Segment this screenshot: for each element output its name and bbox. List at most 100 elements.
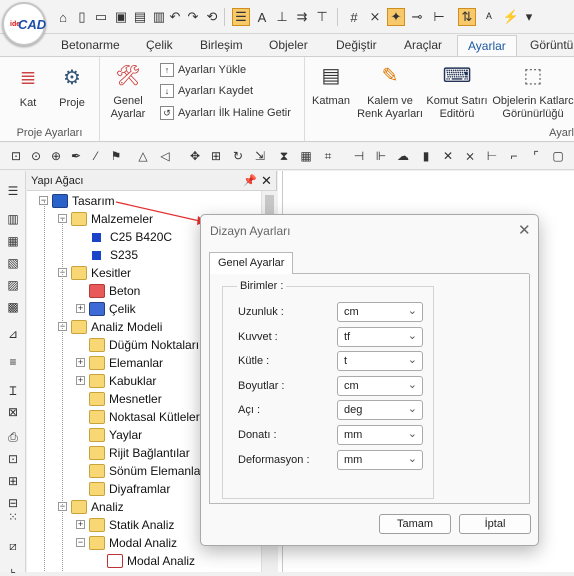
align-icon[interactable]: ⊥ bbox=[273, 8, 291, 26]
expand-icon[interactable]: + bbox=[76, 358, 85, 367]
break-icon[interactable]: ⊢ bbox=[484, 148, 500, 164]
zoom-icon[interactable]: ⊙ bbox=[28, 148, 44, 164]
tree-node[interactable]: − Malzemeler bbox=[58, 210, 153, 228]
extend-icon[interactable]: ⌗ bbox=[320, 148, 336, 164]
objelerin-katlara-button[interactable]: ⬚ Objelerin Katlarc Görünürlüğü bbox=[491, 61, 574, 121]
grid-icon[interactable]: # bbox=[345, 8, 363, 26]
unit-select[interactable]: deg ⌄ bbox=[337, 400, 423, 421]
proje-button[interactable]: ⚙ Proje bbox=[52, 63, 92, 110]
text-style-icon[interactable]: ᴬ bbox=[480, 8, 498, 26]
tree-node[interactable]: − Analiz Modeli bbox=[58, 318, 162, 336]
kalem-renk-button[interactable]: ✎ Kalem ve Renk Ayarları bbox=[357, 61, 423, 121]
dialog-close-icon[interactable]: ✕ bbox=[518, 221, 531, 239]
tab-degistir[interactable]: Değiştir bbox=[336, 38, 377, 52]
cross-icon[interactable]: ✕ bbox=[440, 148, 456, 164]
tree-node[interactable]: + Statik Analiz bbox=[76, 516, 174, 534]
brush-icon[interactable]: ⁄ bbox=[88, 148, 104, 164]
chamfer-icon[interactable]: ⌜ bbox=[528, 148, 544, 164]
pen-icon[interactable]: ✒ bbox=[68, 148, 84, 164]
tree-node[interactable]: + Kabuklar bbox=[76, 372, 156, 390]
steel-section-icon[interactable]: Ɪ bbox=[5, 382, 21, 398]
osnap-icon[interactable]: ✦ bbox=[387, 8, 405, 26]
polyline-icon[interactable]: ⊩ bbox=[373, 148, 389, 164]
mirror-icon[interactable]: ⧗ bbox=[276, 148, 292, 164]
track-icon[interactable]: ⇅ bbox=[458, 8, 476, 26]
katman-button[interactable]: ▤ Katman bbox=[309, 61, 353, 108]
tamam-button[interactable]: Tamam bbox=[379, 514, 451, 534]
unit-select[interactable]: mm ⌄ bbox=[337, 425, 423, 445]
tree-node[interactable]: − Analiz bbox=[58, 498, 124, 516]
tree-node[interactable]: Diyaframlar bbox=[89, 480, 170, 498]
tree-node[interactable]: Düğüm Noktaları bbox=[89, 336, 199, 354]
tab-betonarme[interactable]: Betonarme bbox=[61, 38, 120, 52]
pin-icon[interactable]: 📌 bbox=[243, 174, 257, 187]
tab-ayarlar[interactable]: Ayarlar bbox=[457, 35, 517, 57]
x-icon[interactable]: ⨯ bbox=[462, 148, 478, 164]
tree-node[interactable]: Rijit Bağlantılar bbox=[89, 444, 190, 462]
fillet-icon[interactable]: ⌐ bbox=[506, 148, 522, 164]
unit-select[interactable]: t ⌄ bbox=[337, 351, 423, 372]
zoom-window-icon[interactable]: ⊡ bbox=[8, 148, 24, 164]
new-file-icon[interactable]: ▯ bbox=[73, 8, 91, 26]
ilk-haline-getir-button[interactable]: ↺ Ayarları İlk Haline Getir bbox=[160, 106, 291, 120]
line-icon[interactable]: ⊣ bbox=[351, 148, 367, 164]
wall-icon[interactable]: ▨ bbox=[5, 277, 21, 293]
trim-icon[interactable]: ▦ bbox=[298, 148, 314, 164]
tab-birlesim[interactable]: Birleşim bbox=[200, 38, 243, 52]
collapse-icon[interactable]: − bbox=[76, 538, 85, 547]
erase-icon[interactable]: ◁ bbox=[157, 148, 173, 164]
tree-node[interactable]: Mesnetler bbox=[89, 390, 162, 408]
dimension-icon[interactable]: ⇉ bbox=[293, 8, 311, 26]
genel-ayarlar-button[interactable]: 🛠 Genel Ayarlar bbox=[106, 61, 150, 121]
list-icon[interactable]: ≡ bbox=[5, 354, 21, 370]
ayarlari-kaydet-button[interactable]: ↓ Ayarları Kaydet bbox=[160, 84, 253, 98]
open-folder-icon[interactable]: ▭ bbox=[92, 8, 110, 26]
stair-step-icon[interactable]: ⌞ bbox=[5, 560, 21, 576]
truss-icon[interactable]: ⊠ bbox=[5, 404, 21, 420]
structure-tree-icon[interactable]: ☰ bbox=[5, 183, 21, 199]
iptal-button[interactable]: İptal bbox=[459, 514, 531, 534]
ayarlari-yukle-button[interactable]: ↑ Ayarları Yükle bbox=[160, 63, 246, 77]
tree-node[interactable]: + Elemanlar bbox=[76, 354, 163, 372]
redo-icon[interactable]: ↷ bbox=[184, 8, 202, 26]
beam-icon[interactable]: ▦ bbox=[5, 233, 21, 249]
undo-icon[interactable]: ↶ bbox=[166, 8, 184, 26]
layer-list-icon[interactable]: ☰ bbox=[232, 8, 250, 26]
home-icon[interactable]: ⌂ bbox=[54, 8, 72, 26]
flag-icon[interactable]: ⚑ bbox=[108, 148, 124, 164]
unit-select[interactable]: cm ⌄ bbox=[337, 302, 423, 322]
polar-icon[interactable]: ⊢ bbox=[430, 8, 448, 26]
expand-icon[interactable]: + bbox=[76, 376, 85, 385]
tree-node[interactable]: + Çelik bbox=[76, 300, 136, 318]
triangle-icon[interactable]: △ bbox=[135, 148, 151, 164]
refresh-icon[interactable]: ⟲ bbox=[203, 8, 221, 26]
bolt-icon[interactable]: ⊞ bbox=[5, 473, 21, 489]
tree-node[interactable]: S235 bbox=[89, 246, 138, 264]
komut-satiri-button[interactable]: ⌨ Komut Satırı Editörü bbox=[425, 61, 489, 121]
tree-node[interactable]: − Tasarım bbox=[39, 192, 115, 210]
tree-node[interactable]: Noktasal Kütleler bbox=[89, 408, 200, 426]
kat-button[interactable]: ≣ Kat bbox=[8, 63, 48, 110]
tree-node[interactable]: C25 B420C bbox=[89, 228, 172, 246]
tab-celik[interactable]: Çelik bbox=[146, 38, 173, 52]
tab-genel-ayarlar[interactable]: Genel Ayarlar bbox=[209, 252, 294, 274]
tree-node[interactable]: Beton bbox=[89, 282, 140, 300]
expand-icon[interactable]: + bbox=[76, 304, 85, 313]
lightning-icon[interactable]: ⚡ bbox=[502, 8, 520, 26]
save-all-icon[interactable]: ▤ bbox=[131, 8, 149, 26]
close-icon[interactable]: ✕ bbox=[261, 173, 272, 189]
ortho-icon[interactable]: ⊸ bbox=[408, 8, 426, 26]
print-preview-icon[interactable]: ⎙ bbox=[5, 429, 21, 445]
stair-icon[interactable]: ⊿ bbox=[5, 326, 21, 342]
dots-grid-icon[interactable]: ⁙ bbox=[5, 509, 21, 525]
rotate-icon[interactable]: ↻ bbox=[230, 148, 246, 164]
foundation-icon[interactable]: ▩ bbox=[5, 299, 21, 315]
unit-select[interactable]: mm ⌄ bbox=[337, 449, 423, 470]
rectangle-icon[interactable]: ▢ bbox=[550, 148, 566, 164]
slab-icon[interactable]: ▧ bbox=[5, 255, 21, 271]
offset-icon[interactable]: ⇲ bbox=[252, 148, 268, 164]
tree-node[interactable]: − Kesitler bbox=[58, 264, 131, 282]
tree-node[interactable]: Sönüm Elemanları bbox=[89, 462, 208, 480]
save-icon[interactable]: ▣ bbox=[112, 8, 130, 26]
unit-select[interactable]: tf ⌄ bbox=[337, 326, 423, 347]
